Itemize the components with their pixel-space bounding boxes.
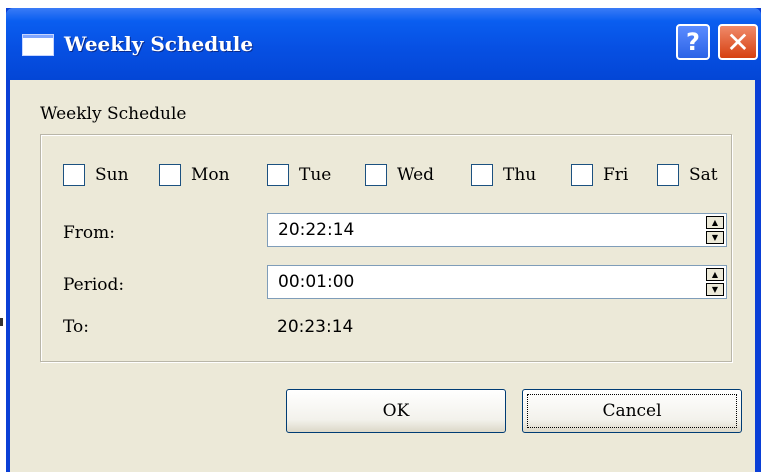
day-mon[interactable]: Mon — [159, 163, 230, 187]
day-tue[interactable]: Tue — [267, 163, 331, 187]
period-time-input[interactable]: 00:01:00 ▲ ▼ — [267, 265, 727, 299]
day-thu-label: Thu — [503, 165, 537, 185]
ok-button[interactable]: OK — [286, 389, 506, 433]
period-spin-up-icon[interactable]: ▲ — [706, 268, 724, 281]
day-mon-label: Mon — [191, 165, 230, 185]
from-time-value[interactable]: 20:22:14 — [278, 214, 354, 246]
from-spin-up-icon[interactable]: ▲ — [706, 216, 724, 229]
day-wed[interactable]: Wed — [365, 163, 434, 187]
close-button[interactable]: ✕ — [718, 24, 758, 60]
day-sat[interactable]: Sat — [657, 163, 718, 187]
help-icon: ? — [686, 28, 700, 56]
day-thu[interactable]: Thu — [471, 163, 536, 187]
window-title: Weekly Schedule — [64, 32, 254, 56]
cancel-button[interactable]: Cancel — [522, 389, 742, 433]
from-time-input[interactable]: 20:22:14 ▲ ▼ — [267, 213, 727, 247]
day-fri-label: Fri — [603, 165, 629, 185]
day-tue-label: Tue — [299, 165, 332, 185]
period-time-value[interactable]: 00:01:00 — [278, 266, 354, 298]
checkbox-fri[interactable] — [571, 164, 593, 186]
checkbox-sun[interactable] — [63, 164, 85, 186]
window-icon — [22, 34, 54, 56]
day-sun-label: Sun — [95, 165, 129, 185]
ok-button-label: OK — [382, 401, 410, 421]
background-edge-mark — [0, 318, 3, 326]
dialog-body: Weekly Schedule Sun Mon Tue Wed Thu Fri … — [10, 80, 755, 472]
from-spin-arrows[interactable]: ▲ ▼ — [706, 216, 724, 244]
title-bar[interactable]: Weekly Schedule ? ✕ — [6, 8, 761, 80]
checkbox-tue[interactable] — [267, 164, 289, 186]
weekly-schedule-dialog: Weekly Schedule ? ✕ Weekly Schedule Sun … — [6, 8, 761, 472]
close-icon: ✕ — [726, 25, 750, 59]
checkbox-mon[interactable] — [159, 164, 181, 186]
period-label: Period: — [63, 275, 125, 295]
to-label: To: — [63, 317, 89, 337]
period-spin-arrows[interactable]: ▲ ▼ — [706, 268, 724, 296]
period-spin-down-icon[interactable]: ▼ — [706, 283, 724, 296]
section-label: Weekly Schedule — [40, 104, 187, 124]
day-wed-label: Wed — [397, 165, 435, 185]
cancel-button-label: Cancel — [602, 401, 662, 421]
day-fri[interactable]: Fri — [571, 163, 628, 187]
to-time-value: 20:23:14 — [277, 317, 354, 337]
schedule-groupbox: Sun Mon Tue Wed Thu Fri Sat From: 20:22:… — [40, 134, 732, 362]
from-label: From: — [63, 223, 116, 243]
checkbox-sat[interactable] — [657, 164, 679, 186]
checkbox-wed[interactable] — [365, 164, 387, 186]
day-sat-label: Sat — [689, 165, 718, 185]
day-sun[interactable]: Sun — [63, 163, 129, 187]
from-spin-down-icon[interactable]: ▼ — [706, 231, 724, 244]
checkbox-thu[interactable] — [471, 164, 493, 186]
help-button[interactable]: ? — [676, 24, 710, 60]
